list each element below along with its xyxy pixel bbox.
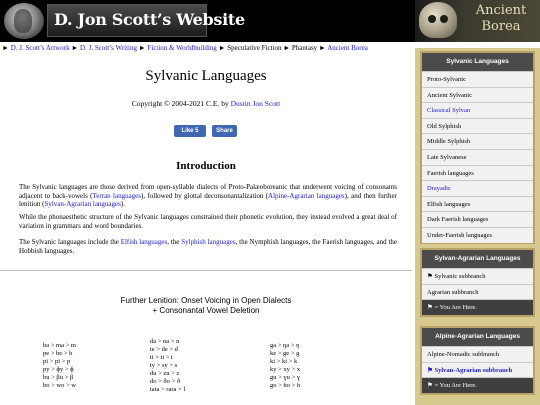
page-title: Sylvanic Languages <box>145 68 267 84</box>
breadcrumb: ► D. J. Scott’s Artwork ► D. J. Scott’s … <box>0 42 420 55</box>
banner-line-2: Borea <box>481 19 521 34</box>
sylvan-agrarian-frame: Sylvan-Agrarian Languages ⚑ Sylvanic sub… <box>415 244 540 322</box>
section-divider <box>0 270 412 271</box>
sound-change-row: tata > rara > l <box>150 386 186 393</box>
ancient-borea-banner[interactable]: Ancient Borea <box>415 0 540 42</box>
sidebar-item-agrarian-subbranch[interactable]: Agrarian subbranch <box>422 283 533 300</box>
sidebar-item-elfish-languages[interactable]: Elfish languages <box>422 195 533 212</box>
sound-change-row: da > na > n <box>150 338 180 345</box>
lenition-title-line-1: Further Lenition: Onset Voicing in Open … <box>120 296 292 305</box>
main-content: Sylvanic Languages Copyright © 2004-2021… <box>0 56 412 405</box>
intro-paragraph-3: The Sylvanic languages include the Elfis… <box>19 238 397 255</box>
sound-change-row: du > zu > z <box>150 370 180 377</box>
sidebar-item-dark-faerish-languages[interactable]: Dark Faerish languages <box>422 211 533 227</box>
sound-change-row: ky > xy > x <box>270 366 301 373</box>
labial-sound-changes: ba > ma > m pe > be > b pi > pi > p py > ɸy… <box>43 342 76 390</box>
author-link[interactable]: Dustin Jon Scott <box>231 99 281 108</box>
sound-change-row: ti > ti > t <box>150 354 173 361</box>
sidebar-item-you-are-here: ⚑ = You Are Here. <box>422 377 533 393</box>
arrow-right-icon: ► <box>71 44 81 52</box>
alpine-agrarian-frame: Alpine-Agrarian Languages Alpine-Nomadic… <box>415 322 540 405</box>
sound-change-row: te > de > d <box>150 346 178 353</box>
banner-line-1: Ancient <box>475 3 527 18</box>
sylvanic-languages-panel: Sylvanic Languages Proto-Sylvanic Ancient… <box>420 51 535 245</box>
alpine-agrarian-link[interactable]: Alpine-Agrarian languages <box>268 192 345 200</box>
copyright-text: Copyright © 2004-2021 C.E. by <box>131 99 229 108</box>
facebook-like-button[interactable]: Like 5 <box>174 125 206 137</box>
sidebar-item-classical-sylvan[interactable]: Classical Sylvan <box>422 102 533 118</box>
sound-change-row: go > ɦo > ɦ <box>270 382 301 389</box>
p1-text: ). <box>120 200 125 209</box>
arrow-right-icon: ► <box>2 44 11 52</box>
intro-paragraph-2: While the phonaesthetic structure of the… <box>19 213 397 230</box>
sound-change-row: ke > ge > g <box>270 350 300 357</box>
alpine-agrarian-header: Alpine-Agrarian Languages <box>422 328 533 346</box>
sound-change-row: ga > ŋa > ŋ <box>270 342 300 349</box>
breadcrumb-fiction[interactable]: Fiction & Worldbuilding <box>147 44 216 52</box>
sylphish-languages-link[interactable]: Sylphish languages <box>181 238 235 246</box>
sidebar-item-sylvan-agrarian-subbranch[interactable]: ⚑ Sylvan-Agrarian subbranch <box>422 361 533 378</box>
sidebar: Sylvanic Languages Proto-Sylvanic Ancient… <box>415 42 540 405</box>
sidebar-item-drayadic[interactable]: Drayadic <box>422 180 533 196</box>
sylvan-agrarian-panel: Sylvan-Agrarian Languages ⚑ Sylvanic sub… <box>420 248 535 317</box>
sidebar-item-ancient-sylvanic[interactable]: Ancient Sylvanic <box>422 86 533 103</box>
lenition-title-line-2: + Consonantal Vowel Deletion <box>152 306 260 315</box>
arrow-right-icon: ► <box>318 44 328 52</box>
sound-change-row: py > ɸy > ɸ <box>43 366 74 373</box>
sound-change-row: ba > ma > m <box>43 342 76 349</box>
sidebar-item-middle-sylphish[interactable]: Middle Sylphish <box>422 133 533 149</box>
dental-sound-changes: da > na > n te > de > d ti > ti > t ty > sy… <box>150 338 185 394</box>
copyright-line: Copyright © 2004-2021 C.E. by Dustin Jon… <box>0 99 412 108</box>
ancient-borea-banner-text: Ancient Borea <box>465 3 537 35</box>
terran-languages-link[interactable]: Terran languages <box>93 192 142 200</box>
sound-change-row: do > ðo > ð <box>150 378 181 385</box>
sylvanic-languages-header: Sylvanic Languages <box>422 53 533 71</box>
breadcrumb-speculative: Speculative Fiction <box>227 44 282 52</box>
sidebar-item-under-faerish-languages[interactable]: Under-Faerish languages <box>422 226 533 243</box>
sidebar-item-sylvanic-subbranch[interactable]: ⚑ Sylvanic subbranch <box>422 268 533 284</box>
sylvan-agrarian-link[interactable]: Sylvan-Agrarian languages <box>44 200 120 208</box>
portrait-logo-icon[interactable] <box>4 3 44 39</box>
sidebar-item-alpine-nomadic-subbranch[interactable]: Alpine-Nomadic subbranch <box>422 346 533 362</box>
sidebar-item-you-are-here: ⚑ = You Are Here. <box>422 299 533 315</box>
arrow-right-icon: ► <box>283 44 292 52</box>
sidebar-item-faerish-languages[interactable]: Faerish languages <box>422 164 533 181</box>
sound-change-row: ty > sy > s <box>150 362 178 369</box>
intro-paragraph-1: The Sylvanic languages are those derived… <box>19 183 397 209</box>
p3-text: The Sylvanic languages include the <box>19 238 121 246</box>
sound-change-row: gu > ɣu > ɣ <box>270 374 301 381</box>
velar-sound-changes: ga > ŋa > ŋ ke > ge > g ki > ki > k ky > xy… <box>270 342 300 390</box>
skull-icon <box>419 2 457 38</box>
p1-text: ), followed by glottal deconsonantalizat… <box>141 191 269 200</box>
sound-change-row: pi > pi > p <box>43 358 71 365</box>
lenition-section-title: Further Lenition: Onset Voicing in Open … <box>0 296 412 316</box>
alpine-agrarian-panel: Alpine-Agrarian Languages Alpine-Nomadic… <box>420 326 535 395</box>
breadcrumb-writing[interactable]: D. J. Scott’s Writing <box>80 44 137 52</box>
sound-change-row: pe > be > b <box>43 350 73 357</box>
sound-change-row: bu > βu > β <box>43 374 74 381</box>
facebook-share-button[interactable]: Share <box>212 125 237 137</box>
p3-text: , the <box>167 238 182 246</box>
site-title-banner[interactable]: D. Jon Scott’s Website <box>47 4 245 37</box>
site-title[interactable]: D. Jon Scott’s Website <box>54 10 245 29</box>
breadcrumb-artwork[interactable]: D. J. Scott’s Artwork <box>11 44 70 52</box>
sound-change-row: ki > ki > k <box>270 358 298 365</box>
sidebar-item-proto-sylvanic[interactable]: Proto-Sylvanic <box>422 71 533 87</box>
sound-change-row: bo > wo > w <box>43 382 76 389</box>
elfish-languages-link[interactable]: Elfish languages <box>121 238 168 246</box>
sidebar-item-late-sylvanese[interactable]: Late Sylvanese <box>422 148 533 165</box>
sidebar-item-old-sylphish[interactable]: Old Sylphish <box>422 117 533 134</box>
sylvan-agrarian-header: Sylvan-Agrarian Languages <box>422 250 533 268</box>
breadcrumb-ancient-borea[interactable]: Ancient Borea <box>327 44 368 52</box>
introduction-heading: Introduction <box>176 160 236 172</box>
arrow-right-icon: ► <box>218 44 228 52</box>
sylvanic-frame: Sylvanic Languages Proto-Sylvanic Ancient… <box>415 48 540 245</box>
site-header: D. Jon Scott’s Website Ancient Borea <box>0 0 540 42</box>
breadcrumb-phantasy: Phantasy <box>291 44 318 52</box>
